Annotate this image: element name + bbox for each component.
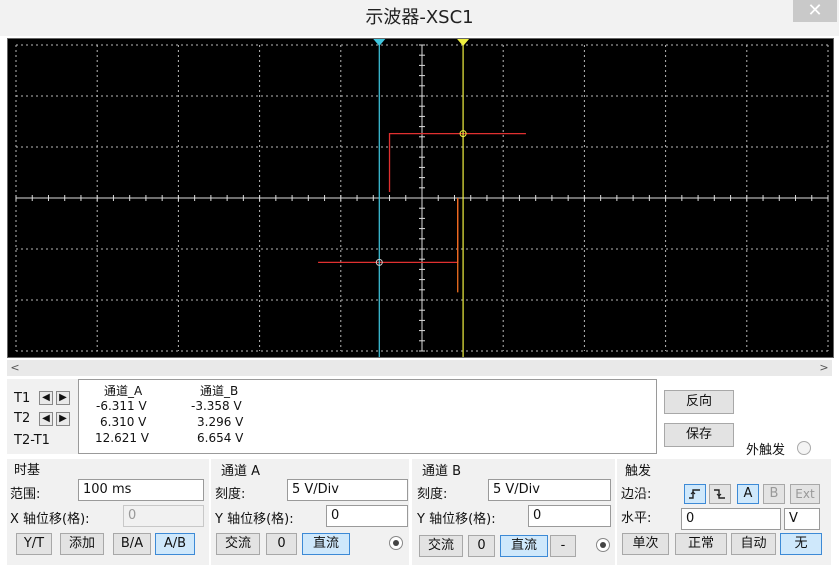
yt-button[interactable]: Y/T [16, 533, 52, 555]
cursor-panel: T1 ◀ ▶ T2 ◀ ▶ T2-T1 [7, 379, 78, 454]
ba-button[interactable]: B/A [113, 533, 151, 555]
channel-a-scale-label: 刻度: [215, 487, 246, 502]
timebase-xpos-label: X 轴位移(格): [10, 512, 90, 527]
ext-trigger-label: 外触发 [746, 443, 786, 458]
close-button[interactable]: ✕ [793, 0, 837, 22]
trigger-title: 触发 [625, 464, 652, 479]
channel-a-zero-button[interactable]: 0 [266, 533, 297, 555]
t2-label: T2 [14, 411, 31, 426]
channel-b-dc-button[interactable]: 直流 [500, 535, 548, 557]
reverse-button[interactable]: 反向 [664, 390, 734, 414]
channel-b-zero-button[interactable]: 0 [468, 535, 495, 557]
scope-display [8, 39, 833, 357]
channel-b-ypos-input[interactable]: 0 [528, 505, 611, 527]
timebase-xpos-input[interactable]: 0 [123, 505, 204, 527]
timebase-range-input[interactable]: 100 ms [78, 479, 204, 501]
window-title: 示波器-XSC1 [365, 7, 474, 28]
trigger-edge-label: 边沿: [621, 487, 652, 502]
trigger-section: 触发 边沿: A B Ext 水平: 0 V 单次 正常 自动 无 [617, 459, 831, 565]
timebase-title: 时基 [14, 463, 41, 478]
channel-b-ypos-label: Y 轴位移(格): [417, 512, 496, 527]
rising-edge-icon[interactable] [684, 484, 706, 504]
channel-b-radio[interactable] [596, 538, 610, 552]
channel-b-scale-label: 刻度: [417, 487, 448, 502]
trigger-level-label: 水平: [621, 511, 652, 526]
channel-b-minus-button[interactable]: - [550, 535, 576, 557]
channel-a-ypos-label: Y 轴位移(格): [215, 512, 294, 527]
trigger-normal-button[interactable]: 正常 [675, 533, 727, 555]
ab-button[interactable]: A/B [155, 533, 195, 555]
t2t1-b-value: 6.654 V [197, 431, 244, 445]
t2-right-icon[interactable]: ▶ [56, 412, 70, 426]
channel-b-ac-button[interactable]: 交流 [419, 535, 463, 557]
cursor-readout: 通道_A 通道_B -6.311 V -3.358 V 6.310 V 3.29… [78, 379, 657, 454]
t1-a-value: -6.311 V [96, 399, 147, 413]
scroll-left-icon[interactable]: < [7, 360, 23, 376]
channel-a-dc-button[interactable]: 直流 [302, 533, 350, 555]
channel-a-title: 通道 A [221, 464, 261, 479]
trigger-auto-button[interactable]: 自动 [731, 533, 776, 555]
horizontal-scrollbar[interactable]: < > [7, 360, 832, 376]
falling-edge-icon[interactable] [709, 484, 731, 504]
save-button[interactable]: 保存 [664, 423, 734, 447]
timebase-range-label: 范围: [10, 487, 41, 502]
channel-a-section: 通道 A 刻度: 5 V/Div Y 轴位移(格): 0 交流 0 直流 [211, 459, 409, 565]
trigger-none-button[interactable]: 无 [780, 533, 822, 555]
col-b-header: 通道_B [200, 384, 239, 398]
t1-b-value: -3.358 V [191, 399, 242, 413]
trigger-single-button[interactable]: 单次 [622, 533, 669, 555]
channel-a-ypos-input[interactable]: 0 [326, 505, 408, 527]
channel-a-radio[interactable] [389, 536, 403, 550]
channel-b-title: 通道 B [422, 464, 462, 479]
channel-a-scale-input[interactable]: 5 V/Div [287, 479, 408, 501]
add-button[interactable]: 添加 [60, 533, 104, 555]
trigger-level-input[interactable]: 0 [681, 508, 781, 530]
channel-a-ac-button[interactable]: 交流 [216, 533, 260, 555]
scroll-right-icon[interactable]: > [816, 360, 832, 376]
trigger-source-b-button[interactable]: B [763, 484, 785, 504]
channel-b-scale-input[interactable]: 5 V/Div [488, 479, 611, 501]
t2-a-value: 6.310 V [100, 415, 147, 429]
t2-b-value: 3.296 V [197, 415, 244, 429]
ext-trigger-radio[interactable] [797, 441, 811, 455]
trigger-source-ext-button[interactable]: Ext [790, 484, 820, 504]
oscilloscope-screen[interactable] [7, 38, 834, 358]
col-a-header: 通道_A [104, 384, 143, 398]
trigger-level-unit[interactable]: V [784, 508, 820, 530]
trigger-source-a-button[interactable]: A [737, 484, 759, 504]
t1-label: T1 [14, 391, 31, 406]
t2t1-a-value: 12.621 V [95, 431, 150, 445]
t1-right-icon[interactable]: ▶ [56, 391, 70, 405]
t1-left-icon[interactable]: ◀ [39, 391, 53, 405]
t2t1-label: T2-T1 [14, 433, 50, 448]
t2-left-icon[interactable]: ◀ [39, 412, 53, 426]
timebase-section: 时基 范围: 100 ms X 轴位移(格): 0 Y/T 添加 B/A A/B [7, 459, 209, 565]
channel-b-section: 通道 B 刻度: 5 V/Div Y 轴位移(格): 0 交流 0 直流 - [412, 459, 615, 565]
